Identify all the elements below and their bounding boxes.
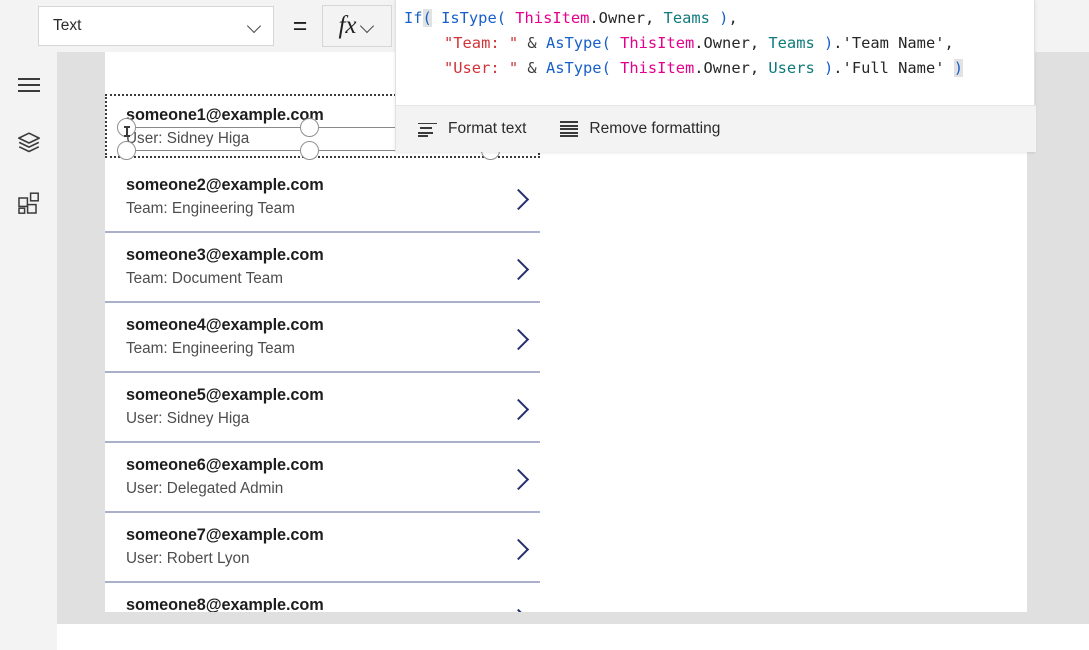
gallery-item[interactable]: someone7@example.com User: Robert Lyon [105,513,540,583]
resize-handle-top-middle[interactable] [300,118,319,137]
formula-token: If [404,9,423,27]
gallery-item-title: someone5@example.com [126,386,324,404]
property-selector-value: Text [53,17,82,34]
sidebar-item-menu[interactable] [0,60,57,110]
gallery-item-title: someone2@example.com [126,176,324,194]
fx-icon: fx [338,11,357,39]
formula-token: .Owner, [694,59,769,77]
formula-token: "User: " [444,59,519,77]
formula-token [432,9,441,27]
equals-sign: = [292,12,308,40]
gallery-control[interactable]: someone1@example.com User: Sidney Higa som… [105,93,540,612]
chevron-right-icon[interactable] [508,255,528,283]
formula-token: ( [422,9,432,27]
formula-token: & [518,59,546,77]
gallery-item-title: someone4@example.com [126,316,324,334]
formula-token: ) [709,9,729,27]
chevron-right-icon[interactable] [508,185,528,213]
gallery-item[interactable]: someone5@example.com User: Sidney Higa [105,373,540,443]
gallery-item-title: someone8@example.com [126,596,324,612]
formula-editor[interactable]: If( IsType( ThisItem.Owner, Teams ), "Tea… [396,0,1036,105]
chevron-down-icon [247,18,263,34]
gallery-item[interactable]: someone3@example.com Team: Document Team [105,233,540,303]
formula-token: IsType [441,9,497,27]
gallery-item-subtitle: User: Robert Lyon [126,550,250,567]
chevron-right-icon[interactable] [508,325,528,353]
chevron-right-icon[interactable] [508,395,528,423]
formula-token: .Owner, [694,34,769,52]
format-text-icon [418,122,437,137]
format-text-label: Format text [448,120,527,137]
gallery-item-subtitle: User: Sidney Higa [126,410,250,427]
gallery-item-subtitle: Team: Engineering Team [126,200,295,217]
grid-components-icon [17,192,40,214]
formula-token: AsType [545,34,602,52]
formula-token: ) [814,59,834,77]
formula-token: Users [768,59,815,77]
formula-token: Teams [768,34,815,52]
gallery-item-subtitle: User: Delegated Admin [126,480,284,497]
formula-token: .'Full Name' [833,59,954,77]
gallery-item-title: someone7@example.com [126,526,324,544]
formula-token: ( [601,59,621,77]
resize-handle-bottom-middle[interactable] [300,141,319,160]
sidebar-item-tree-view[interactable] [0,118,57,168]
formula-token: .'Team Name', [833,34,954,52]
chevron-right-icon[interactable] [508,605,528,612]
formula-token: ( [601,34,621,52]
chevron-right-icon[interactable] [508,535,528,563]
app-root: someone1@example.com User: Sidney Higa som… [0,0,1089,650]
formula-line: If( IsType( ThisItem.Owner, Teams ), [396,6,1036,31]
formula-token: ThisItem [620,59,695,77]
sidebar-item-insert[interactable] [0,178,57,228]
layers-icon [17,132,41,154]
remove-formatting-button[interactable]: Remove formatting [556,106,724,153]
fx-button[interactable]: fx [322,5,392,47]
gallery-item[interactable]: someone2@example.com Team: Engineering Te… [105,163,540,233]
gallery-item-subtitle: Team: Engineering Team [126,340,295,357]
formula-bar-panel[interactable]: If( IsType( ThisItem.Owner, Teams ), "Tea… [395,0,1036,152]
gallery-item-subtitle: Team: Document Team [126,270,284,287]
formula-token: & [518,34,546,52]
text-caret-icon [124,126,130,137]
formula-token: ) [814,34,834,52]
formula-token: ThisItem [620,34,695,52]
formula-token: "Team: " [444,34,519,52]
left-rail [0,52,57,650]
hamburger-menu-icon [17,78,40,92]
formula-token: AsType [545,59,602,77]
gallery-item-title: someone6@example.com [126,456,324,474]
resize-handle-bottom-left[interactable] [117,141,136,160]
formula-token: .Owner, [589,9,664,27]
gallery-item[interactable]: someone4@example.com Team: Engineering Te… [105,303,540,373]
formula-bar-toolbar: Format text Remove formatting [396,105,1036,152]
gallery-item-title: someone3@example.com [126,246,324,264]
formula-token: ( [496,9,516,27]
formula-token: ) [953,59,964,77]
chevron-right-icon[interactable] [508,465,528,493]
chevron-down-icon [360,18,376,34]
formula-token: Teams [663,9,710,27]
remove-formatting-label: Remove formatting [589,120,721,137]
formula-line: "Team: " & AsType( ThisItem.Owner, Teams… [396,31,1036,56]
remove-formatting-icon [560,121,579,138]
gallery-item[interactable]: someone8@example.com [105,583,540,612]
property-selector[interactable]: Text [38,6,274,46]
format-text-button[interactable]: Format text [414,106,530,153]
gallery-item[interactable]: someone6@example.com User: Delegated Admi… [105,443,540,513]
formula-token: , [728,9,738,27]
formula-line: "User: " & AsType( ThisItem.Owner, Users… [396,56,1036,81]
formula-token: ThisItem [515,9,590,27]
